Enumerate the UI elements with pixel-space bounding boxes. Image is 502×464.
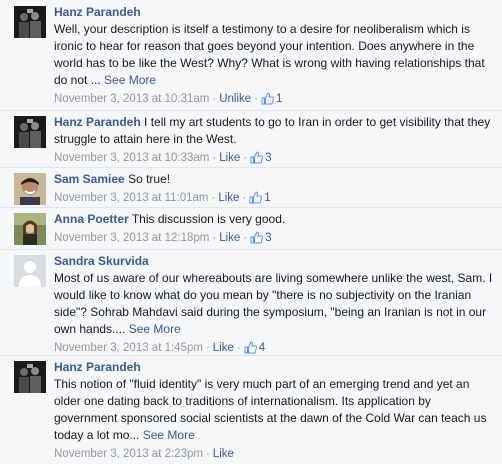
thumbs-up-icon — [261, 92, 274, 110]
comment-text: This notion of "fluid identity" is very … — [54, 377, 487, 442]
separator-dot: · — [211, 192, 216, 204]
like-count[interactable]: 3 — [265, 152, 271, 164]
like-count[interactable]: 1 — [276, 93, 282, 105]
see-more-link[interactable]: See More — [104, 73, 156, 87]
comment-timestamp[interactable]: November 3, 2013 at 1:45pm — [54, 342, 203, 354]
like-count[interactable]: 1 — [264, 192, 270, 204]
comment-author[interactable]: Hanz Parandeh — [54, 5, 141, 19]
separator-dot: · — [212, 152, 217, 164]
like-button[interactable]: Like — [219, 152, 240, 164]
like-button[interactable]: Like — [219, 232, 240, 244]
comment-timestamp[interactable]: November 3, 2013 at 2:23pm — [54, 448, 203, 460]
like-button[interactable]: Like — [213, 342, 234, 354]
comment-author[interactable]: Sam Samiee — [54, 172, 125, 186]
separator-dot: · — [243, 152, 248, 164]
comment-item: Sam Samiee So true! November 3, 2013 at … — [0, 167, 502, 208]
separator-dot: · — [212, 232, 217, 244]
like-count[interactable]: 4 — [259, 342, 265, 354]
separator-dot: · — [242, 192, 247, 204]
avatar[interactable] — [14, 255, 46, 287]
comment-item: Anna Poetter This discussion is very goo… — [0, 207, 502, 250]
comment-timestamp[interactable]: November 3, 2013 at 10:31am — [54, 93, 209, 105]
avatar[interactable] — [14, 6, 46, 38]
avatar[interactable] — [14, 361, 46, 393]
comment-text: Most of us aware of our whereabouts are … — [54, 271, 493, 336]
see-more-link[interactable]: See More — [143, 428, 195, 442]
comment-item: Hanz Parandeh This notion of "fluid iden… — [0, 355, 502, 464]
comment-timestamp[interactable]: November 3, 2013 at 12:18pm — [54, 232, 209, 244]
separator-dot: · — [212, 93, 217, 105]
avatar[interactable] — [14, 213, 46, 245]
comment-author[interactable]: Hanz Parandeh — [54, 360, 141, 374]
unlike-button[interactable]: Unlike — [219, 93, 251, 105]
comment-author[interactable]: Anna Poetter — [54, 212, 129, 226]
avatar[interactable] — [14, 116, 46, 148]
see-more-link[interactable]: See More — [129, 322, 181, 336]
comment-timestamp[interactable]: November 3, 2013 at 10:33am — [54, 152, 209, 164]
like-button[interactable]: Like — [218, 192, 239, 204]
separator-dot: · — [243, 232, 248, 244]
like-button[interactable]: Like — [213, 448, 234, 460]
comment-item: Sandra Skurvida Most of us aware of our … — [0, 249, 502, 356]
comment-thread: Hanz Parandeh Well, your description is … — [0, 0, 502, 464]
comment-ellipsis: ... — [87, 73, 105, 87]
comment-author[interactable]: Hanz Parandeh — [54, 115, 141, 129]
comment-item: Hanz Parandeh Well, your description is … — [0, 0, 502, 111]
comment-ellipsis: ... — [129, 428, 143, 442]
like-count[interactable]: 3 — [265, 232, 271, 244]
comment-item: Hanz Parandeh I tell my art students to … — [0, 110, 502, 168]
separator-dot: · — [254, 93, 259, 105]
thumbs-up-icon — [250, 231, 264, 249]
avatar[interactable] — [14, 173, 46, 205]
comment-text: So true! — [128, 172, 171, 186]
separator-dot: · — [205, 342, 210, 354]
comment-timestamp[interactable]: November 3, 2013 at 11:01am — [54, 192, 209, 204]
comment-text: This discussion is very good. — [131, 212, 286, 226]
separator-dot: · — [205, 448, 210, 460]
separator-dot: · — [236, 342, 241, 354]
comment-author[interactable]: Sandra Skurvida — [54, 254, 149, 268]
